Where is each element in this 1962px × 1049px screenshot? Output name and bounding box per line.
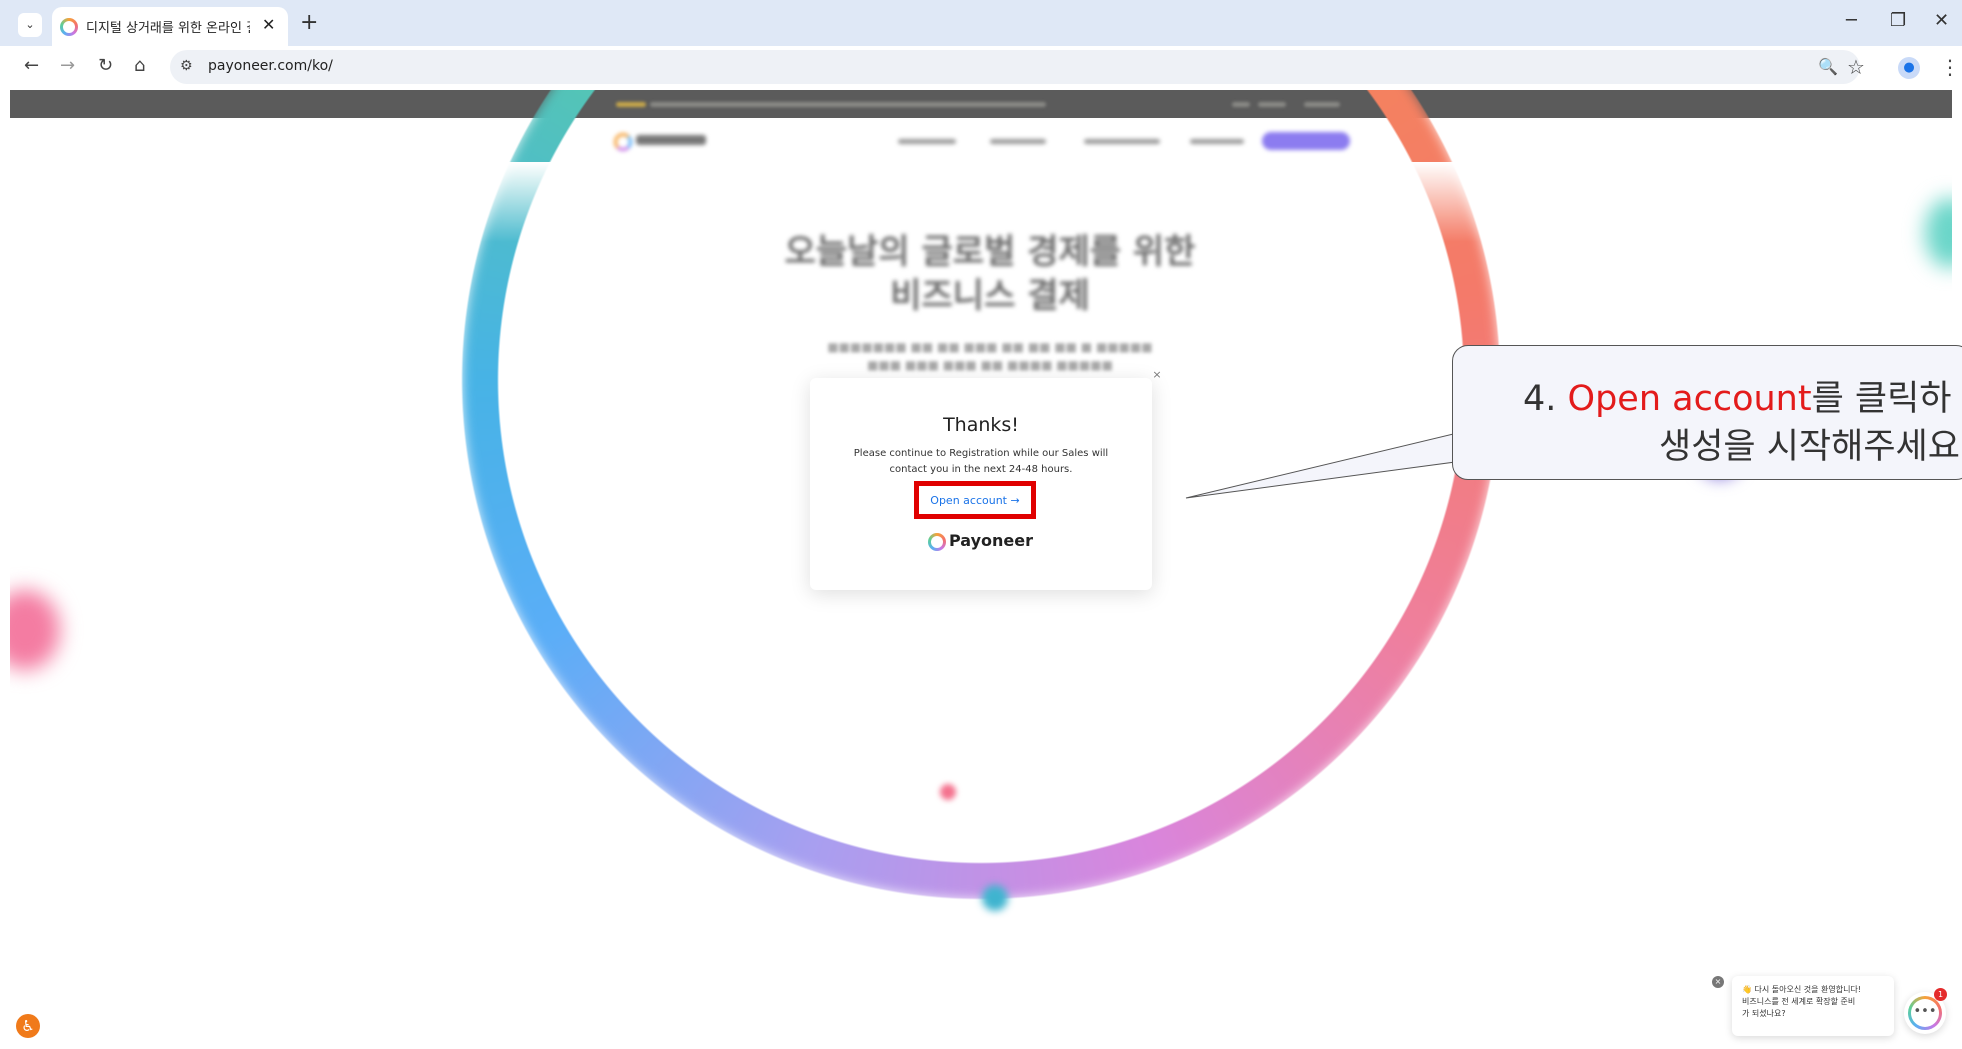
callout-pointer: [1185, 429, 1471, 499]
browser-tab-active[interactable]: 디지털 상거래를 위한 온라인 결 ✕: [52, 7, 288, 46]
decorative-blob: [10, 590, 60, 670]
forward-arrow-icon[interactable]: →: [60, 55, 75, 76]
chat-greeting-line: 가 되셨나요?: [1742, 1009, 1786, 1018]
thanks-modal: × Thanks! Please continue to Registratio…: [810, 368, 1162, 590]
url-text[interactable]: payoneer.com/ko/: [208, 58, 333, 74]
tab-search-button[interactable]: ⌄: [18, 13, 42, 37]
modal-close-icon[interactable]: ×: [1150, 368, 1164, 382]
chat-greeting-bubble[interactable]: 👋 다시 돌아오신 것을 환영합니다! 비즈니스를 전 세계로 확장할 준비 가…: [1732, 976, 1894, 1036]
browser-tab-strip: ⌄ 디지털 상거래를 위한 온라인 결 ✕ + ─ ❐ ✕: [0, 0, 1962, 46]
restore-window-button[interactable]: ❐: [1890, 10, 1906, 31]
accessibility-icon[interactable]: ♿: [16, 1014, 40, 1038]
tutorial-callout: 4. Open account를 클릭하 생성을 시작해주세요: [1452, 345, 1962, 480]
close-window-button[interactable]: ✕: [1934, 10, 1949, 31]
chat-notification-badge: 1: [1934, 988, 1947, 1001]
minimize-window-button[interactable]: ─: [1846, 10, 1857, 31]
payoneer-ring-icon: [928, 533, 946, 551]
decorative-blob: [982, 885, 1008, 911]
open-account-link[interactable]: Open account →: [919, 494, 1031, 507]
payoneer-logo: Payoneer: [928, 530, 1038, 552]
chat-greeting-line: 비즈니스를 전 세계로 확장할 준비: [1742, 997, 1856, 1006]
modal-message: Please continue to Registration while ou…: [853, 448, 1109, 475]
site-info-icon[interactable]: ⚙: [180, 58, 193, 74]
tab-close-icon[interactable]: ✕: [262, 15, 275, 34]
tab-title: 디지털 상거래를 위한 온라인 결: [86, 21, 250, 36]
callout-line-2: 생성을 시작해주세요: [1659, 427, 1960, 467]
address-bar[interactable]: ⚙ payoneer.com/ko/: [170, 50, 1860, 84]
payoneer-favicon-icon: [60, 18, 78, 36]
decorative-blob: [940, 784, 956, 800]
back-arrow-icon[interactable]: ←: [24, 55, 39, 76]
profile-avatar-icon[interactable]: ●: [1898, 57, 1920, 79]
new-tab-button[interactable]: +: [300, 10, 318, 35]
zoom-icon[interactable]: 🔍: [1818, 57, 1838, 76]
chat-greeting-line: 👋 다시 돌아오신 것을 환영합니다!: [1742, 985, 1862, 994]
hero-subtext: ■■■■■■■ ■■ ■■ ■■■ ■■ ■■ ■■ ■ ■■■■■ ■■■ ■■…: [827, 340, 1153, 372]
callout-line-1: 4. Open account를 클릭하: [1523, 379, 1952, 419]
hero-heading: 오늘날의 글로벌 경제를 위한 비즈니스 결제: [784, 232, 1196, 316]
home-icon[interactable]: ⌂: [134, 55, 145, 76]
chat-bubble-icon: •••: [1908, 996, 1942, 1030]
modal-title: Thanks!: [943, 414, 1019, 436]
browser-menu-icon[interactable]: ⋮: [1940, 55, 1960, 79]
open-account-highlight: Open account →: [914, 481, 1036, 519]
bookmark-star-icon[interactable]: ☆: [1847, 55, 1865, 79]
chat-close-icon[interactable]: ×: [1712, 976, 1724, 988]
reload-icon[interactable]: ↻: [98, 55, 113, 76]
